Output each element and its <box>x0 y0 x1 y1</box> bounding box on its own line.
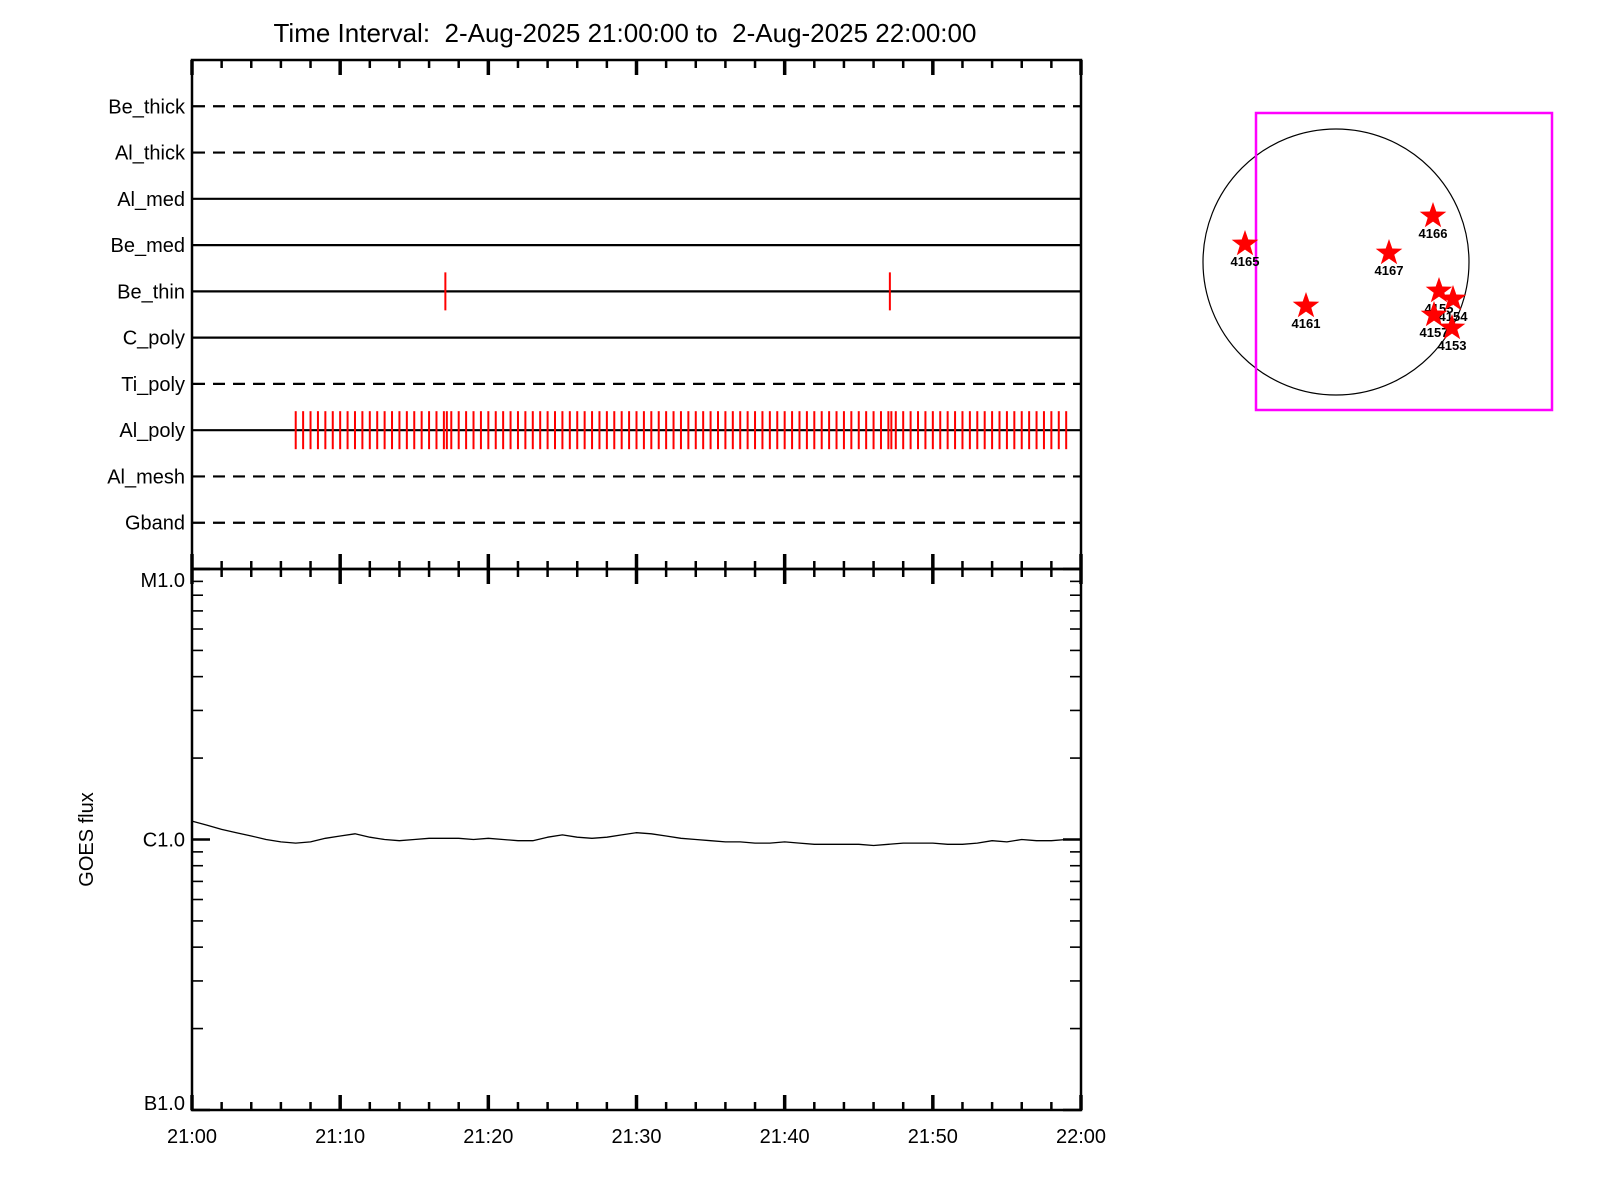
active-region-star-4161 <box>1292 292 1320 318</box>
goes-y-axis-title: GOES flux <box>76 792 98 886</box>
goes-y-tick-label: B1.0 <box>144 1093 185 1115</box>
goes-x-tick-label: 22:00 <box>1056 1126 1106 1148</box>
filter-row-label-Gband: Gband <box>125 513 185 535</box>
filter-row-label-Be_med: Be_med <box>111 235 186 257</box>
filter-row-label-Ti_poly: Ti_poly <box>121 374 185 396</box>
goes-y-tick-label: M1.0 <box>141 570 185 592</box>
filter-row-label-Al_med: Al_med <box>117 189 185 211</box>
xrt-flare-monitor-screen: Time Interval: 2-Aug-2025 21:00:00 to 2-… <box>0 0 1600 1200</box>
filter-row-label-Be_thick: Be_thick <box>108 96 186 118</box>
filter-row-label-Al_poly: Al_poly <box>119 420 185 442</box>
active-region-label-4167: 4167 <box>1375 263 1404 278</box>
active-region-label-4153: 4153 <box>1438 338 1467 353</box>
goes-x-tick-label: 21:10 <box>315 1126 365 1148</box>
timeline-frame <box>190 58 1083 571</box>
goes-frame <box>190 567 1083 1112</box>
active-region-star-4166 <box>1419 202 1447 228</box>
goes-y-tick-label: C1.0 <box>143 830 185 852</box>
plot-canvas: Time Interval: 2-Aug-2025 21:00:00 to 2-… <box>76 18 1554 1148</box>
goes-flux-curve <box>191 820 1081 847</box>
filter-row-label-C_poly: C_poly <box>123 328 185 350</box>
active-region-star-4165 <box>1231 230 1259 256</box>
goes-x-tick-label: 21:00 <box>167 1126 217 1148</box>
goes-x-tick-label: 21:50 <box>908 1126 958 1148</box>
filter-row-label-Al_thick: Al_thick <box>115 143 186 165</box>
active-region-label-4165: 4165 <box>1231 254 1260 269</box>
active-region-star-4167 <box>1375 239 1403 265</box>
goes-x-tick-label: 21:20 <box>463 1126 513 1148</box>
active-region-label-4161: 4161 <box>1292 316 1321 331</box>
filter-row-label-Al_mesh: Al_mesh <box>107 466 185 488</box>
chart-title: Time Interval: 2-Aug-2025 21:00:00 to 2-… <box>274 18 977 48</box>
fov-box <box>1254 111 1554 412</box>
filter-row-label-Be_thin: Be_thin <box>117 281 185 303</box>
active-region-label-4166: 4166 <box>1419 226 1448 241</box>
goes-x-tick-label: 21:40 <box>760 1126 810 1148</box>
goes-x-tick-label: 21:30 <box>611 1126 661 1148</box>
